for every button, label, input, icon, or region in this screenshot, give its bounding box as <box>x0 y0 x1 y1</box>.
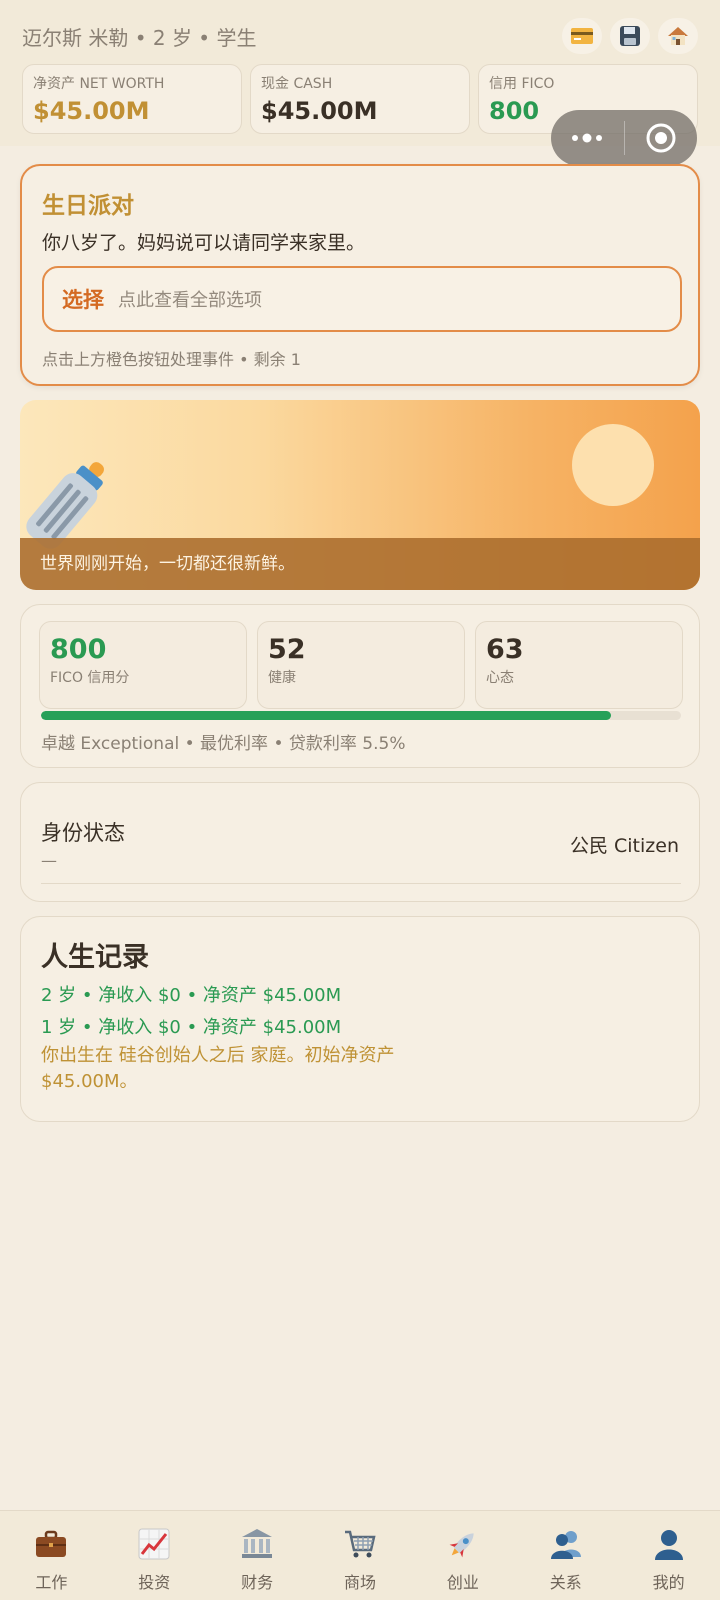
identity-subtitle: — <box>41 851 57 870</box>
user-icon <box>654 1530 683 1560</box>
event-footer: 点击上方橙色按钮处理事件 • 剩余 1 <box>42 350 301 369</box>
choice-hint: 点此查看全部选项 <box>118 290 262 311</box>
mood-stat: 63 心态 <box>475 621 683 709</box>
cash-label: 现金 CASH <box>261 76 333 92</box>
mood-value: 63 <box>486 634 524 665</box>
rocket-icon <box>449 1533 474 1558</box>
nav-item-work[interactable]: 工作 <box>0 1511 103 1600</box>
people-icon <box>550 1531 581 1559</box>
choice-label: 选择 <box>62 288 104 312</box>
life-log-entry: 1 岁 • 净收入 $0 • 净资产 $45.00M <box>41 1017 342 1038</box>
profile-summary: 迈尔斯 米勒 • 2 岁 • 学生 <box>22 26 257 50</box>
identity-value: 公民 Citizen <box>569 835 679 857</box>
banner-caption: 世界刚刚开始，一切都还很新鲜。 <box>20 538 700 590</box>
life-log-entry: 2 岁 • 净收入 $0 • 净资产 $45.00M <box>41 985 342 1006</box>
mood-label: 心态 <box>486 670 514 686</box>
nav-label-relations: 关系 <box>549 1573 582 1592</box>
life-log-entry: 你出生在 硅谷创始人之后 家庭。初始净资产 $45.00M。 <box>41 1045 395 1092</box>
vital-stats-row: 800 FICO 信用分 52 健康 63 心态 <box>39 621 683 709</box>
target-circle-icon <box>646 123 676 153</box>
more-menu-button[interactable] <box>551 110 624 166</box>
nav-item-mall[interactable]: 商场 <box>309 1511 412 1600</box>
net-worth-value: $45.00M <box>33 97 150 125</box>
bank-icon <box>242 1529 273 1558</box>
fico-score-label: FICO 信用分 <box>50 670 130 686</box>
nav-label-work: 工作 <box>35 1573 68 1592</box>
briefcase-icon <box>36 1530 67 1557</box>
life-log-card: 人生记录 2 岁 • 净收入 $0 • 净资产 $45.00M 1 岁 • 净收… <box>20 916 700 1122</box>
vital-stats-card: 800 FICO 信用分 52 健康 63 心态 卓越 Exceptional … <box>20 604 700 768</box>
event-description: 你八岁了。妈妈说可以请同学来家里。 <box>42 232 366 254</box>
fico-progress-bar <box>41 711 681 720</box>
choice-button[interactable]: 选择 点此查看全部选项 <box>42 266 682 332</box>
fico-progress-fill <box>41 711 611 720</box>
nav-item-finance[interactable]: 财务 <box>206 1511 309 1600</box>
life-stage-banner: 世界刚刚开始，一切都还很新鲜。 <box>20 400 700 590</box>
fico-label: 信用 FICO <box>489 76 555 92</box>
sun-decoration <box>572 424 654 506</box>
life-log-title: 人生记录 <box>41 942 149 973</box>
identity-title: 身份状态 <box>41 821 125 845</box>
event-title: 生日派对 <box>42 193 134 219</box>
identity-divider <box>41 883 681 884</box>
credit-description: 卓越 Exceptional • 最优利率 • 贷款利率 5.5% <box>41 734 406 754</box>
cash-card: 现金 CASH $45.00M <box>250 64 470 134</box>
nav-label-mall: 商场 <box>344 1573 377 1592</box>
mini-program-capsule <box>551 110 697 166</box>
nav-item-invest[interactable]: 投资 <box>103 1511 206 1600</box>
nav-item-startup[interactable]: 创业 <box>411 1511 514 1600</box>
nav-label-me: 我的 <box>652 1573 685 1592</box>
house-icon[interactable] <box>658 18 698 54</box>
credit-card-icon[interactable] <box>562 18 602 54</box>
fico-score-value: 800 <box>50 634 107 665</box>
more-dots-icon <box>572 133 603 143</box>
chart-up-icon <box>138 1528 170 1560</box>
identity-status-card: 身份状态 — 公民 Citizen <box>20 782 700 902</box>
nav-item-relations[interactable]: 关系 <box>514 1511 617 1600</box>
nav-label-startup: 创业 <box>446 1573 479 1592</box>
nav-item-me[interactable]: 我的 <box>617 1511 720 1600</box>
fico-score-stat: 800 FICO 信用分 <box>39 621 247 709</box>
cash-value: $45.00M <box>261 97 378 125</box>
health-value: 52 <box>268 634 306 665</box>
event-card: 生日派对 你八岁了。妈妈说可以请同学来家里。 选择 点此查看全部选项 点击上方橙… <box>20 164 700 386</box>
health-stat: 52 健康 <box>257 621 465 709</box>
shopping-cart-icon <box>345 1530 376 1558</box>
close-mini-program-button[interactable] <box>625 110 698 166</box>
health-label: 健康 <box>268 670 296 686</box>
bottom-navigation: 工作 投资 财务 商场 创业 关系 我的 <box>0 1510 720 1600</box>
nav-label-finance: 财务 <box>241 1573 274 1592</box>
net-worth-card: 净资产 NET WORTH $45.00M <box>22 64 242 134</box>
nav-label-invest: 投资 <box>138 1573 171 1592</box>
top-actions <box>562 18 698 54</box>
net-worth-label: 净资产 NET WORTH <box>33 76 165 92</box>
save-icon[interactable] <box>610 18 650 54</box>
